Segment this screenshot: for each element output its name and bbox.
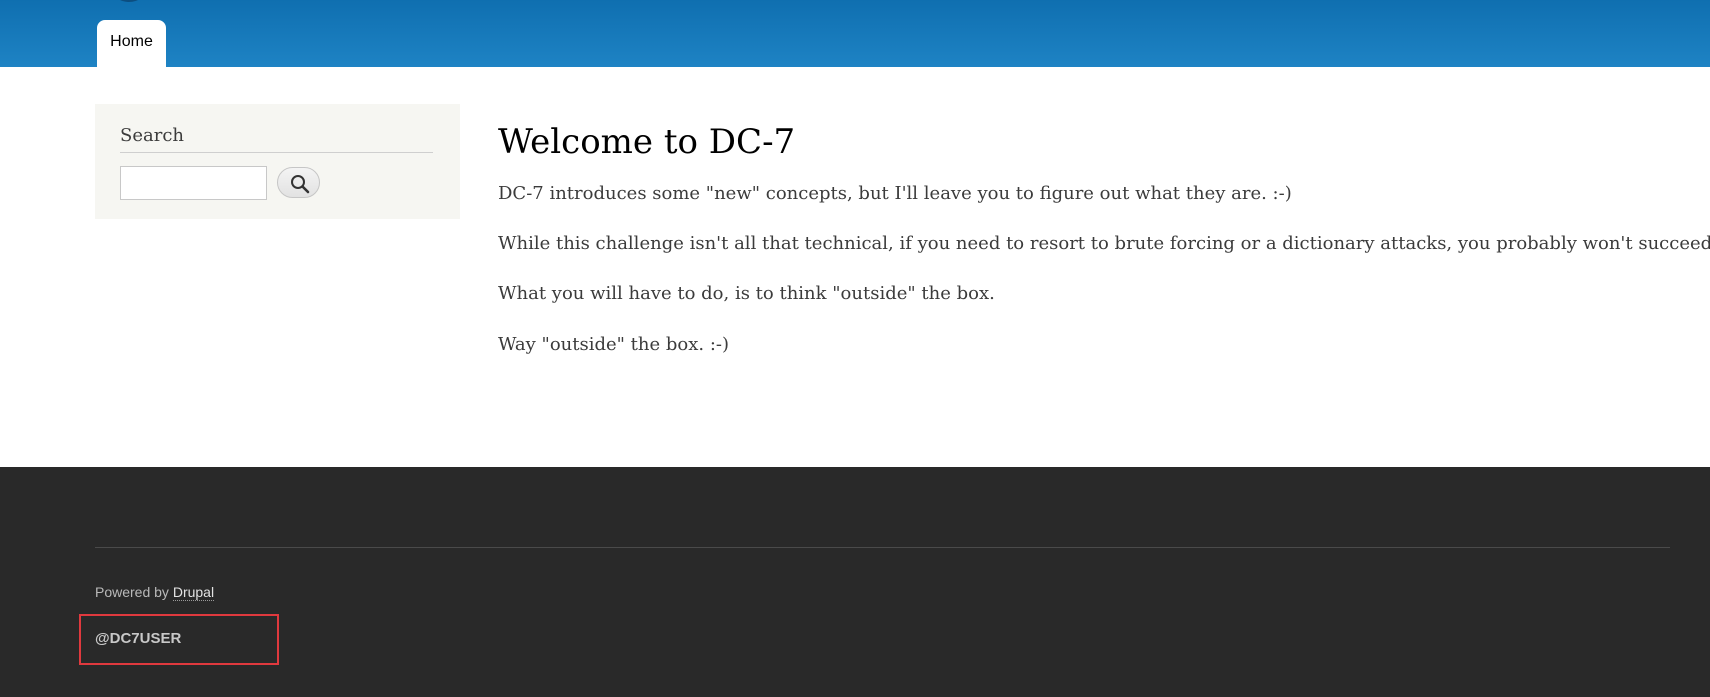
body-paragraph: DC-7 introduces some "new" concepts, but… (498, 183, 1292, 204)
search-block-divider (120, 152, 433, 153)
site-footer: Powered by Drupal @DC7USER (0, 467, 1710, 697)
search-icon (291, 175, 310, 194)
search-input[interactable] (120, 166, 267, 200)
search-block: Search (95, 104, 460, 219)
site-header: Home (0, 0, 1710, 67)
body-paragraph: What you will have to do, is to think "o… (498, 283, 995, 304)
footer-divider (95, 547, 1670, 548)
powered-by-text: Powered by (95, 584, 173, 600)
body-paragraph: Way "outside" the box. :-) (498, 334, 729, 355)
search-block-title: Search (120, 125, 184, 146)
search-button[interactable] (277, 167, 320, 198)
powered-by: Powered by Drupal (95, 584, 215, 601)
body-paragraph: While this challenge isn't all that tech… (498, 233, 1710, 254)
main-content: Welcome to DC-7 DC-7 introduces some "ne… (498, 118, 1710, 355)
tab-home[interactable]: Home (97, 20, 166, 67)
page-title: Welcome to DC-7 (498, 122, 796, 162)
site-logo[interactable] (112, 0, 146, 2)
twitter-handle: @DC7USER (95, 630, 182, 647)
drupal-link[interactable]: Drupal (172, 584, 215, 601)
